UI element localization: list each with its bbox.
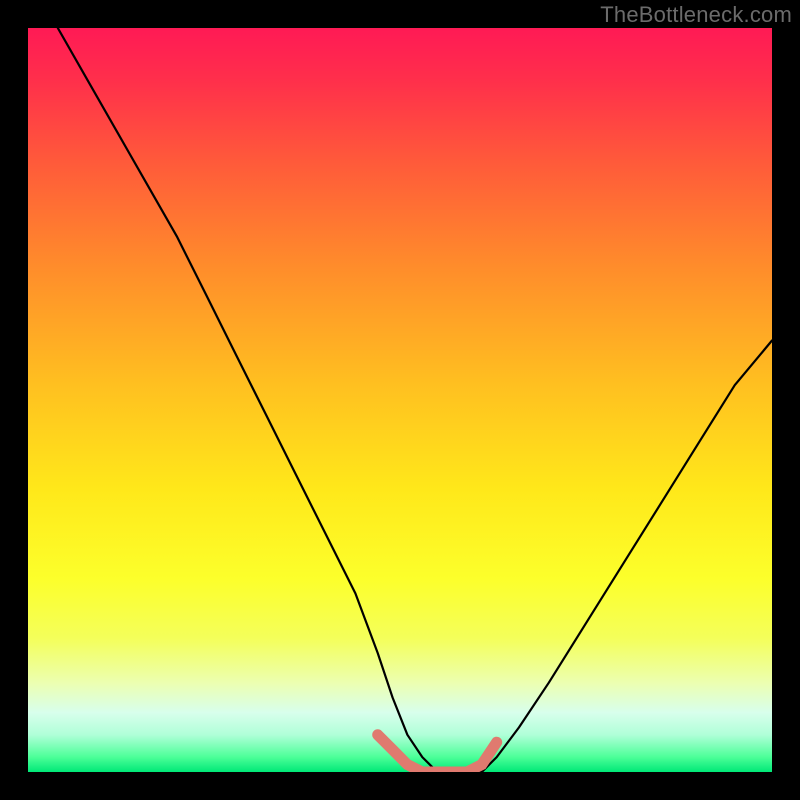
- watermark-label: TheBottleneck.com: [600, 2, 792, 28]
- chart-frame: TheBottleneck.com: [0, 0, 800, 800]
- plot-area: [28, 28, 772, 772]
- bottleneck-curve: [28, 28, 772, 772]
